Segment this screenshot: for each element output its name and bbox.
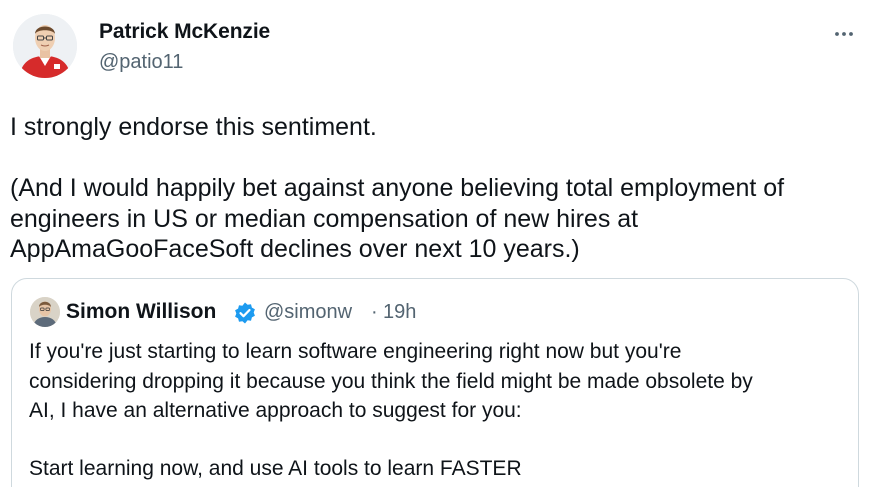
quoted-author-avatar[interactable] <box>30 297 60 327</box>
quoted-author-display-name[interactable]: Simon Willison <box>66 300 216 324</box>
tweet-text-line: I strongly endorse this sentiment. <box>10 113 377 141</box>
verified-badge-icon <box>233 301 257 325</box>
person-avatar-icon <box>30 297 60 327</box>
quoted-text-line: Start learning now, and use AI tools to … <box>29 457 522 480</box>
more-horizontal-icon <box>835 32 853 36</box>
tweet: Patrick McKenzie @patio11 I strongly end… <box>0 0 877 487</box>
quoted-text-line: If you're just starting to learn softwar… <box>29 340 682 363</box>
quoted-text-line: considering dropping it because you thin… <box>29 370 753 393</box>
quoted-text-line: AI, I have an alternative approach to su… <box>29 399 522 422</box>
author-avatar[interactable] <box>13 14 77 78</box>
more-options-button[interactable] <box>826 16 862 52</box>
quoted-tweet-timestamp[interactable]: 19h <box>383 301 416 324</box>
author-handle[interactable]: @patio11 <box>99 51 183 74</box>
tweet-text-line: (And I would happily bet against anyone … <box>10 174 785 202</box>
tweet-text-line: AppAmaGooFaceSoft declines over next 10 … <box>10 235 580 263</box>
quoted-author-handle[interactable]: @simonw <box>264 301 352 324</box>
tweet-text-line: engineers in US or median compensation o… <box>10 205 639 233</box>
meta-separator: · <box>371 301 378 323</box>
quoted-tweet-card[interactable]: Simon Willison @simonw · 19h If you're j… <box>11 278 859 487</box>
person-avatar-icon <box>13 14 77 78</box>
author-display-name[interactable]: Patrick McKenzie <box>99 20 270 44</box>
tweet-header: Patrick McKenzie @patio11 <box>0 0 877 100</box>
